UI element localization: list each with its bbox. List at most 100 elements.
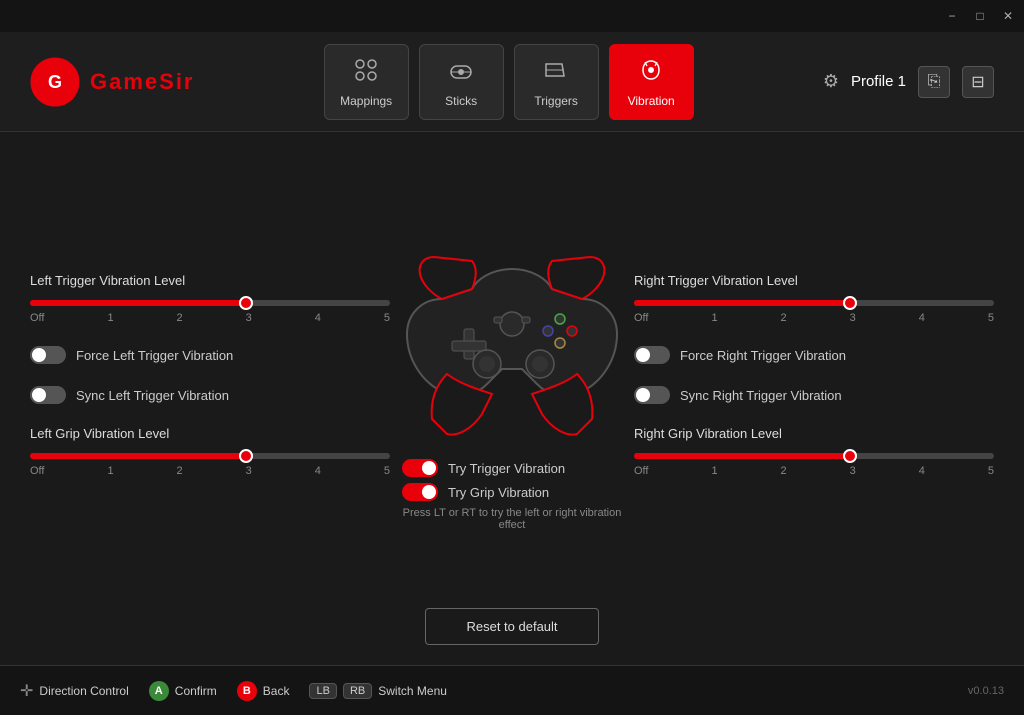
force-left-trigger-toggle[interactable] <box>30 346 66 364</box>
svg-text:G: G <box>48 72 62 92</box>
right-grip-track <box>634 453 994 459</box>
sync-right-trigger-label: Sync Right Trigger Vibration <box>680 388 842 403</box>
left-trigger-track <box>30 300 390 306</box>
maximize-button[interactable]: □ <box>972 8 988 24</box>
right-trigger-slider-container: Off 1 2 3 4 5 <box>634 296 994 324</box>
try-trigger-toggle[interactable] <box>402 459 438 477</box>
left-trigger-fill <box>30 300 246 306</box>
profile-switch-button[interactable]: ⎘ <box>918 66 950 98</box>
force-left-trigger-row: Force Left Trigger Vibration <box>30 346 390 364</box>
toggle-knob <box>422 485 436 499</box>
sticks-icon <box>447 56 475 88</box>
tab-vibration[interactable]: Vibration <box>609 44 694 120</box>
minimize-button[interactable]: − <box>944 8 960 24</box>
profile-save-button[interactable]: ⊟ <box>962 66 994 98</box>
footer-back-label: Back <box>263 684 290 698</box>
center-controls: Try Trigger Vibration Try Grip Vibration… <box>402 459 622 531</box>
toggle-knob <box>32 348 46 362</box>
try-grip-label: Try Grip Vibration <box>448 485 549 500</box>
sync-left-trigger-label: Sync Left Trigger Vibration <box>76 388 229 403</box>
footer: ✛ Direction Control A Confirm B Back LB … <box>0 665 1024 715</box>
left-grip-scale: Off 1 2 3 4 5 <box>30 465 390 477</box>
footer-direction-label: Direction Control <box>39 684 128 698</box>
right-grip-slider-container: Off 1 2 3 4 5 <box>634 449 994 477</box>
tab-mappings-label: Mappings <box>340 94 392 108</box>
right-grip-label: Right Grip Vibration Level <box>634 426 994 441</box>
right-grip-scale: Off 1 2 3 4 5 <box>634 465 994 477</box>
triggers-icon <box>542 56 570 88</box>
lb-icon: LB <box>309 683 336 699</box>
sync-right-trigger-row: Sync Right Trigger Vibration <box>634 386 994 404</box>
left-trigger-label: Left Trigger Vibration Level <box>30 273 390 288</box>
toggle-knob <box>636 388 650 402</box>
try-trigger-label: Try Trigger Vibration <box>448 461 565 476</box>
right-grip-fill <box>634 453 850 459</box>
toggle-knob <box>32 388 46 402</box>
reset-button[interactable]: Reset to default <box>425 608 598 645</box>
left-trigger-scale: Off 1 2 3 4 5 <box>30 312 390 324</box>
rb-icon: RB <box>343 683 372 699</box>
sync-right-trigger-toggle[interactable] <box>634 386 670 404</box>
reset-section: Reset to default <box>30 598 994 645</box>
profile-name: Profile 1 <box>851 73 906 90</box>
dpad-icon: ✛ <box>20 681 33 701</box>
left-grip-section: Left Grip Vibration Level Off 1 2 3 4 5 <box>30 426 390 477</box>
force-right-trigger-toggle[interactable] <box>634 346 670 364</box>
left-trigger-section: Left Trigger Vibration Level Off 1 2 3 4… <box>30 273 390 324</box>
right-trigger-thumb[interactable] <box>843 296 857 310</box>
left-panel: Left Trigger Vibration Level Off 1 2 3 4… <box>30 273 390 477</box>
left-grip-track <box>30 453 390 459</box>
center-hint: Press LT or RT to try the left or right … <box>402 507 622 531</box>
left-trigger-slider-container: Off 1 2 3 4 5 <box>30 296 390 324</box>
try-grip-row: Try Grip Vibration <box>402 483 549 501</box>
logo-icon: G <box>30 57 80 107</box>
close-button[interactable]: ✕ <box>1000 8 1016 24</box>
tab-triggers[interactable]: Triggers <box>514 44 599 120</box>
logo: G GameSir <box>30 57 195 107</box>
try-trigger-row: Try Trigger Vibration <box>402 459 565 477</box>
left-grip-thumb[interactable] <box>239 449 253 463</box>
toggle-knob <box>636 348 650 362</box>
nav-tabs: Mappings Sticks Triggers <box>324 44 694 120</box>
right-trigger-label: Right Trigger Vibration Level <box>634 273 994 288</box>
right-trigger-section: Right Trigger Vibration Level Off 1 2 3 … <box>634 273 994 324</box>
b-button-icon: B <box>237 681 257 701</box>
center-panel: Try Trigger Vibration Try Grip Vibration… <box>392 219 632 531</box>
right-trigger-track <box>634 300 994 306</box>
right-grip-section: Right Grip Vibration Level Off 1 2 3 4 5 <box>634 426 994 477</box>
right-trigger-scale: Off 1 2 3 4 5 <box>634 312 994 324</box>
tab-vibration-label: Vibration <box>628 94 675 108</box>
right-grip-thumb[interactable] <box>843 449 857 463</box>
titlebar: − □ ✕ <box>0 0 1024 32</box>
footer-switch-item: LB RB Switch Menu <box>309 683 446 699</box>
mappings-icon <box>352 56 380 88</box>
app-title: GameSir <box>90 69 195 95</box>
toggle-knob <box>422 461 436 475</box>
right-trigger-fill <box>634 300 850 306</box>
vibration-layout: Left Trigger Vibration Level Off 1 2 3 4… <box>30 152 994 598</box>
footer-direction-item: ✛ Direction Control <box>20 681 129 701</box>
footer-controls: ✛ Direction Control A Confirm B Back LB … <box>20 681 447 701</box>
footer-confirm-label: Confirm <box>175 684 217 698</box>
left-grip-fill <box>30 453 246 459</box>
force-right-trigger-label: Force Right Trigger Vibration <box>680 348 846 363</box>
force-right-trigger-row: Force Right Trigger Vibration <box>634 346 994 364</box>
right-panel: Right Trigger Vibration Level Off 1 2 3 … <box>634 273 994 477</box>
try-grip-toggle[interactable] <box>402 483 438 501</box>
footer-switch-label: Switch Menu <box>378 684 447 698</box>
controller-illustration <box>392 219 632 449</box>
force-left-trigger-label: Force Left Trigger Vibration <box>76 348 233 363</box>
profile-area: ⚙ Profile 1 ⎘ ⊟ <box>823 66 994 98</box>
header: G GameSir Mappings <box>0 32 1024 132</box>
left-grip-slider-container: Off 1 2 3 4 5 <box>30 449 390 477</box>
tab-mappings[interactable]: Mappings <box>324 44 409 120</box>
main-content: Left Trigger Vibration Level Off 1 2 3 4… <box>0 132 1024 665</box>
version-label: v0.0.13 <box>968 685 1004 697</box>
tab-sticks-label: Sticks <box>445 94 477 108</box>
vibration-icon <box>637 56 665 88</box>
footer-back-item: B Back <box>237 681 290 701</box>
settings-icon[interactable]: ⚙ <box>823 71 839 92</box>
tab-sticks[interactable]: Sticks <box>419 44 504 120</box>
sync-left-trigger-toggle[interactable] <box>30 386 66 404</box>
left-trigger-thumb[interactable] <box>239 296 253 310</box>
